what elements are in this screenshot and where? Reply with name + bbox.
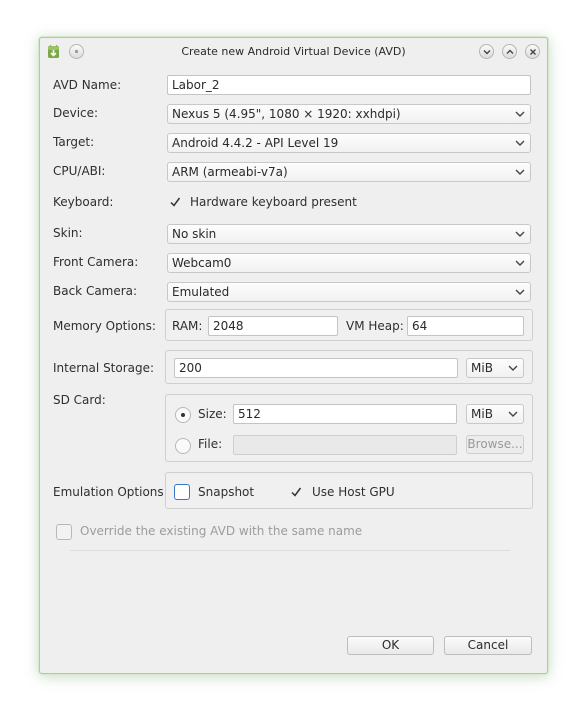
back-camera-label: Back Camera: xyxy=(53,284,138,298)
ok-button[interactable]: OK xyxy=(347,636,434,655)
target-select[interactable]: Android 4.4.2 - API Level 19 xyxy=(167,133,531,153)
ram-label: RAM: xyxy=(172,319,203,333)
chevron-down-icon xyxy=(515,169,525,175)
front-camera-value: Webcam0 xyxy=(172,256,232,270)
separator xyxy=(70,550,510,551)
internal-storage-group: 200 MiB xyxy=(165,350,533,384)
keyboard-label: Keyboard: xyxy=(53,195,114,209)
sd-card-group: Size: 512 MiB File: Browse... xyxy=(165,394,533,462)
title-bar: Create new Android Virtual Device (AVD) xyxy=(40,38,547,64)
skin-label: Skin: xyxy=(53,226,83,240)
avd-name-input[interactable]: Labor_2 xyxy=(167,75,531,95)
chevron-down-icon xyxy=(508,411,518,417)
memory-options-group: RAM: 2048 VM Heap: 64 xyxy=(165,309,533,341)
window-title: Create new Android Virtual Device (AVD) xyxy=(181,45,406,58)
snapshot-label[interactable]: Snapshot xyxy=(198,485,254,499)
sd-size-unit-select[interactable]: MiB xyxy=(466,404,524,424)
checkmark-icon xyxy=(291,487,302,497)
chevron-down-icon xyxy=(515,260,525,266)
chevron-down-icon xyxy=(508,365,518,371)
emulation-options-label: Emulation Options: xyxy=(53,485,168,499)
front-camera-label: Front Camera: xyxy=(53,255,139,269)
sd-file-input[interactable] xyxy=(233,435,457,455)
cpu-select[interactable]: ARM (armeabi-v7a) xyxy=(167,162,531,182)
override-label[interactable]: Override the existing AVD with the same … xyxy=(80,524,362,538)
target-value: Android 4.4.2 - API Level 19 xyxy=(172,136,339,150)
target-label: Target: xyxy=(53,135,95,149)
sd-file-radio[interactable] xyxy=(175,438,191,454)
device-select[interactable]: Nexus 5 (4.95", 1080 × 1920: xxhdpi) xyxy=(167,104,531,124)
sd-size-radio[interactable] xyxy=(175,407,191,423)
back-camera-value: Emulated xyxy=(172,285,230,299)
chevron-down-icon xyxy=(515,140,525,146)
memory-options-label: Memory Options: xyxy=(53,319,156,333)
vmheap-label: VM Heap: xyxy=(346,319,404,333)
android-download-icon[interactable] xyxy=(47,44,60,59)
chevron-down-icon xyxy=(515,111,525,117)
internal-storage-label: Internal Storage: xyxy=(53,361,155,375)
sd-card-label: SD Card: xyxy=(53,393,106,407)
chevron-down-icon xyxy=(515,231,525,237)
cpu-value: ARM (armeabi-v7a) xyxy=(172,165,288,179)
chevron-down-icon xyxy=(515,289,525,295)
sd-size-unit: MiB xyxy=(471,407,493,421)
minimize-icon[interactable] xyxy=(479,44,494,59)
checkmark-icon xyxy=(170,197,181,207)
ram-input[interactable]: 2048 xyxy=(208,316,338,336)
browse-button[interactable]: Browse... xyxy=(466,435,524,454)
front-camera-select[interactable]: Webcam0 xyxy=(167,253,531,273)
close-icon[interactable] xyxy=(525,44,540,59)
sd-size-input[interactable]: 512 xyxy=(233,404,457,424)
device-label: Device: xyxy=(53,106,99,120)
avd-name-label: AVD Name: xyxy=(53,78,122,92)
internal-storage-input[interactable]: 200 xyxy=(174,358,458,378)
device-value: Nexus 5 (4.95", 1080 × 1920: xxhdpi) xyxy=(172,107,401,121)
hostgpu-checkbox[interactable] xyxy=(288,484,304,500)
cpu-label: CPU/ABI: xyxy=(53,164,106,178)
snapshot-checkbox[interactable] xyxy=(174,484,190,500)
skin-value: No skin xyxy=(172,227,217,241)
avd-dialog: Create new Android Virtual Device (AVD) … xyxy=(39,37,548,674)
menu-icon[interactable] xyxy=(69,44,84,59)
cancel-button[interactable]: Cancel xyxy=(444,636,532,655)
maximize-icon[interactable] xyxy=(502,44,517,59)
skin-select[interactable]: No skin xyxy=(167,224,531,244)
internal-storage-unit: MiB xyxy=(471,361,493,375)
vmheap-input[interactable]: 64 xyxy=(407,316,524,336)
back-camera-select[interactable]: Emulated xyxy=(167,282,531,302)
emulation-options-group: Snapshot Use Host GPU xyxy=(165,472,533,509)
sd-file-label: File: xyxy=(198,437,223,451)
sd-size-label: Size: xyxy=(198,407,227,421)
keyboard-checkbox[interactable] xyxy=(167,194,183,210)
hostgpu-label[interactable]: Use Host GPU xyxy=(312,485,395,499)
internal-storage-unit-select[interactable]: MiB xyxy=(466,358,524,378)
keyboard-checkbox-label[interactable]: Hardware keyboard present xyxy=(190,195,357,209)
override-checkbox[interactable] xyxy=(56,524,72,540)
